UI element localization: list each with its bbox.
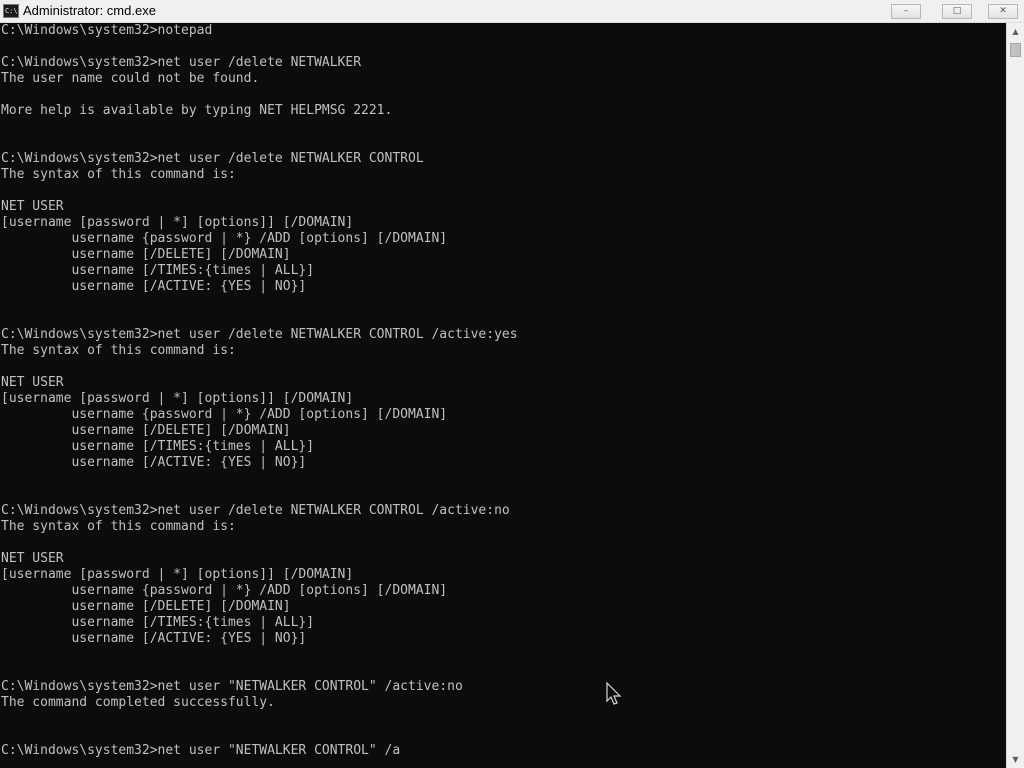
console-line: NET USER [1,551,64,566]
console-line: username [/DELETE] [/DOMAIN] [1,247,291,262]
cmd-app-icon[interactable]: C:\ [3,4,19,18]
console-line: [username [password | *] [options]] [/DO… [1,215,354,230]
console-line: The user name could not be found. [1,71,260,86]
console-line: username [/TIMES:{times | ALL}] [1,615,315,630]
console-line: username [/TIMES:{times | ALL}] [1,263,315,278]
console-line: C:\Windows\system32>net user /delete NET… [1,151,424,166]
console-line: username [/DELETE] [/DOMAIN] [1,599,291,614]
console-line: username [/ACTIVE: {YES | NO}] [1,455,307,470]
console-line: C:\Windows\system32>notepad [1,23,213,38]
console-line: The syntax of this command is: [1,167,236,182]
console-line: username {password | *} /ADD [options] [… [1,583,448,598]
window-title: Administrator: cmd.exe [23,3,156,18]
title-bar[interactable]: C:\ Administrator: cmd.exe – □ ✕ [0,0,1024,23]
console-line: [username [password | *] [options]] [/DO… [1,391,354,406]
console-line: C:\Windows\system32>net user /delete NET… [1,327,518,342]
console-line: The syntax of this command is: [1,519,236,534]
console-line: The syntax of this command is: [1,343,236,358]
minimize-button[interactable]: – [891,4,921,19]
console-line: The command completed successfully. [1,695,275,710]
scroll-up-arrow-icon[interactable]: ▲ [1007,23,1024,40]
scroll-down-arrow-icon[interactable]: ▼ [1007,751,1024,768]
console-line: username [/TIMES:{times | ALL}] [1,439,315,454]
console-line: username {password | *} /ADD [options] [… [1,407,448,422]
maximize-button[interactable]: □ [942,4,972,19]
console-line: More help is available by typing NET HEL… [1,103,393,118]
console-line: C:\Windows\system32>net user "NETWALKER … [1,743,401,758]
console-line: C:\Windows\system32>net user "NETWALKER … [1,679,463,694]
close-button[interactable]: ✕ [988,4,1018,19]
scrollbar-thumb[interactable] [1010,43,1021,57]
console-line: username {password | *} /ADD [options] [… [1,231,448,246]
console-line: username [/DELETE] [/DOMAIN] [1,423,291,438]
console-line: [username [password | *] [options]] [/DO… [1,567,354,582]
console-line: NET USER [1,375,64,390]
mouse-cursor-icon [606,682,622,705]
console-line: NET USER [1,199,64,214]
vertical-scrollbar[interactable]: ▲ ▼ [1006,23,1024,768]
console-output[interactable]: C:\Windows\system32>notepad C:\Windows\sy… [0,23,1006,768]
console-line: username [/ACTIVE: {YES | NO}] [1,279,307,294]
console-line: C:\Windows\system32>net user /delete NET… [1,55,362,70]
console-line: C:\Windows\system32>net user /delete NET… [1,503,510,518]
console-line: username [/ACTIVE: {YES | NO}] [1,631,307,646]
